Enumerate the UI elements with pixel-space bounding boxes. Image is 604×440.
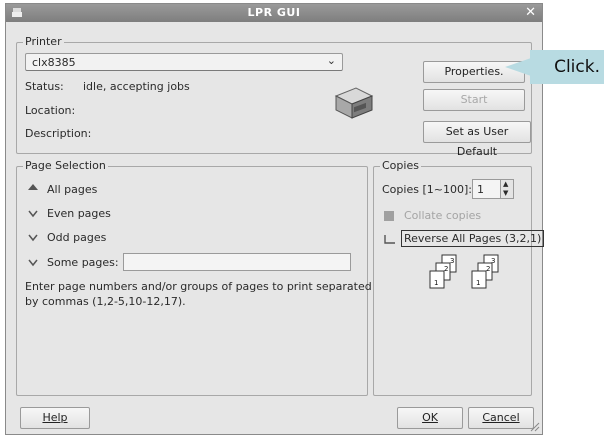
printer-icon xyxy=(334,87,374,119)
spin-buttons[interactable]: ▲ ▼ xyxy=(500,180,513,198)
page-number-label: 2 xyxy=(444,265,448,273)
status-value: idle, accepting jobs xyxy=(83,80,190,93)
reverse-all-pages-checkbox[interactable]: Reverse All Pages (3,2,1) xyxy=(401,230,545,247)
page-number-label: 2 xyxy=(486,265,490,273)
radio-selected-icon[interactable] xyxy=(27,183,39,195)
resize-grip-icon[interactable] xyxy=(528,420,540,432)
callout-arrow xyxy=(505,58,531,76)
page-number-label: 3 xyxy=(450,257,454,265)
some-pages-radio[interactable]: Some pages: xyxy=(47,256,119,269)
radio-unselected-icon[interactable] xyxy=(27,256,39,268)
page-selection-group: Page Selection All pages Even pages Odd … xyxy=(16,159,372,396)
radio-unselected-icon[interactable] xyxy=(27,231,39,243)
ok-button-label: OK xyxy=(422,411,438,424)
location-label: Location: xyxy=(25,104,76,117)
spin-up-icon[interactable]: ▲ xyxy=(503,180,508,188)
page-number-label: 1 xyxy=(476,279,480,287)
set-default-button[interactable]: Set as User Default xyxy=(423,121,531,158)
copies-group-label: Copies xyxy=(380,159,421,173)
checkbox-unchecked-icon[interactable] xyxy=(384,234,396,244)
help-button-label: Help xyxy=(42,411,68,424)
lpr-gui-window: LPR GUI ✕ Printer clx8385 ⌄ Status: idle… xyxy=(5,3,545,435)
copies-group: Copies Copies [1~100]: 1 ▲ ▼ Collate cop… xyxy=(373,159,545,396)
description-label: Description: xyxy=(25,127,92,140)
printer-combobox-value: clx8385 xyxy=(32,56,76,69)
spin-down-icon[interactable]: ▼ xyxy=(503,189,508,197)
printer-group: Printer clx8385 ⌄ Status: idle, acceptin… xyxy=(16,35,532,158)
even-pages-radio[interactable]: Even pages xyxy=(47,207,111,220)
start-button[interactable]: Start xyxy=(423,89,525,111)
chevron-down-icon: ⌄ xyxy=(326,54,336,67)
ok-button[interactable]: OK xyxy=(397,407,463,429)
page-number-label: 1 xyxy=(434,279,438,287)
page-hint-line-2: by commas (1,2-5,10-12,17). xyxy=(25,295,186,308)
click-callout: Click. xyxy=(530,50,604,84)
page-selection-group-label: Page Selection xyxy=(23,159,108,173)
cancel-button[interactable]: Cancel xyxy=(468,407,534,429)
copies-spinbox-value: 1 xyxy=(477,183,484,196)
all-pages-radio[interactable]: All pages xyxy=(47,183,97,196)
copies-spinbox[interactable]: 1 ▲ ▼ xyxy=(472,179,514,199)
collate-checkbox[interactable] xyxy=(384,211,394,221)
help-button[interactable]: Help xyxy=(20,407,90,429)
copies-label: Copies [1~100]: xyxy=(382,183,472,196)
title-bar[interactable]: LPR GUI ✕ xyxy=(6,4,542,22)
printer-group-label: Printer xyxy=(23,35,64,49)
window-title: LPR GUI xyxy=(247,6,301,19)
page-order-illustration: 3 2 1 3 2 1 xyxy=(429,254,499,289)
status-label: Status: xyxy=(25,80,64,93)
collate-label: Collate copies xyxy=(404,209,482,222)
some-pages-input[interactable] xyxy=(123,253,351,271)
page-number-label: 3 xyxy=(491,257,495,265)
close-icon[interactable]: ✕ xyxy=(525,6,536,19)
cancel-button-label: Cancel xyxy=(482,411,520,424)
page-hint-line-1: Enter page numbers and/or groups of page… xyxy=(25,280,372,293)
printer-combobox[interactable]: clx8385 ⌄ xyxy=(25,53,343,71)
radio-unselected-icon[interactable] xyxy=(27,207,39,219)
odd-pages-radio[interactable]: Odd pages xyxy=(47,231,106,244)
